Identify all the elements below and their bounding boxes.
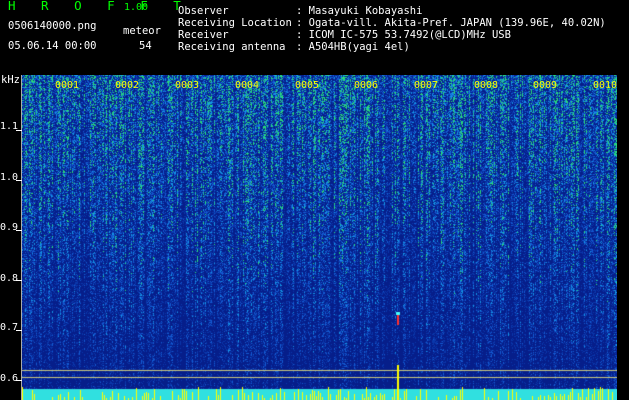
y-axis-line bbox=[21, 75, 22, 400]
spectrogram bbox=[22, 75, 617, 400]
file-name: 0506140000.png bbox=[8, 20, 97, 32]
location-value: : Ogata-vill. Akita-Pref. JAPAN (139.96E… bbox=[296, 17, 606, 29]
y-tick bbox=[16, 330, 22, 331]
spectrogram-canvas bbox=[22, 75, 617, 400]
y-label-0-7: 0.7 bbox=[0, 322, 19, 333]
time-label-0002: 0002 bbox=[115, 80, 140, 91]
meteor-label: meteor bbox=[123, 25, 161, 37]
observer-label: Observer bbox=[178, 5, 229, 17]
observer-value: : Masayuki Kobayashi bbox=[296, 5, 423, 17]
time-label-0010: 0010 bbox=[593, 80, 618, 91]
time-label-0005: 0005 bbox=[295, 80, 320, 91]
time-label-0008: 0008 bbox=[474, 80, 499, 91]
y-label-0-8: 0.8 bbox=[0, 273, 19, 284]
antenna-value: : A504HB(yagi 4el) bbox=[296, 41, 410, 53]
header-panel: H R O F F T 1.00 0506140000.png meteor 0… bbox=[0, 0, 629, 75]
y-label-1-0: 1.0 bbox=[0, 172, 19, 183]
y-label-0-6: 0.6 bbox=[0, 373, 19, 384]
meteor-count: 54 bbox=[139, 40, 152, 52]
time-label-0009: 0009 bbox=[533, 80, 558, 91]
y-tick bbox=[16, 380, 22, 381]
y-tick bbox=[16, 280, 22, 281]
date-time: 05.06.14 00:00 bbox=[8, 40, 97, 52]
time-label-0003: 0003 bbox=[175, 80, 200, 91]
time-label-0001: 0001 bbox=[55, 80, 80, 91]
location-label: Receiving Location bbox=[178, 17, 292, 29]
app-version: 1.00 bbox=[124, 2, 149, 13]
app-logo: H R O F F T bbox=[8, 0, 190, 13]
receiver-label: Receiver bbox=[178, 29, 229, 41]
time-label-0004: 0004 bbox=[235, 80, 260, 91]
antenna-label: Receiving antenna bbox=[178, 41, 286, 53]
time-label-0007: 0007 bbox=[414, 80, 439, 91]
time-label-0006: 0006 bbox=[354, 80, 379, 91]
y-axis-unit: kHz bbox=[1, 74, 20, 86]
y-label-0-9: 0.9 bbox=[0, 222, 19, 233]
y-tick bbox=[16, 230, 22, 231]
receiver-value: : ICOM IC-575 53.7492(@LCD)MHz USB bbox=[296, 29, 511, 41]
y-tick bbox=[16, 130, 22, 131]
y-tick bbox=[16, 180, 22, 181]
